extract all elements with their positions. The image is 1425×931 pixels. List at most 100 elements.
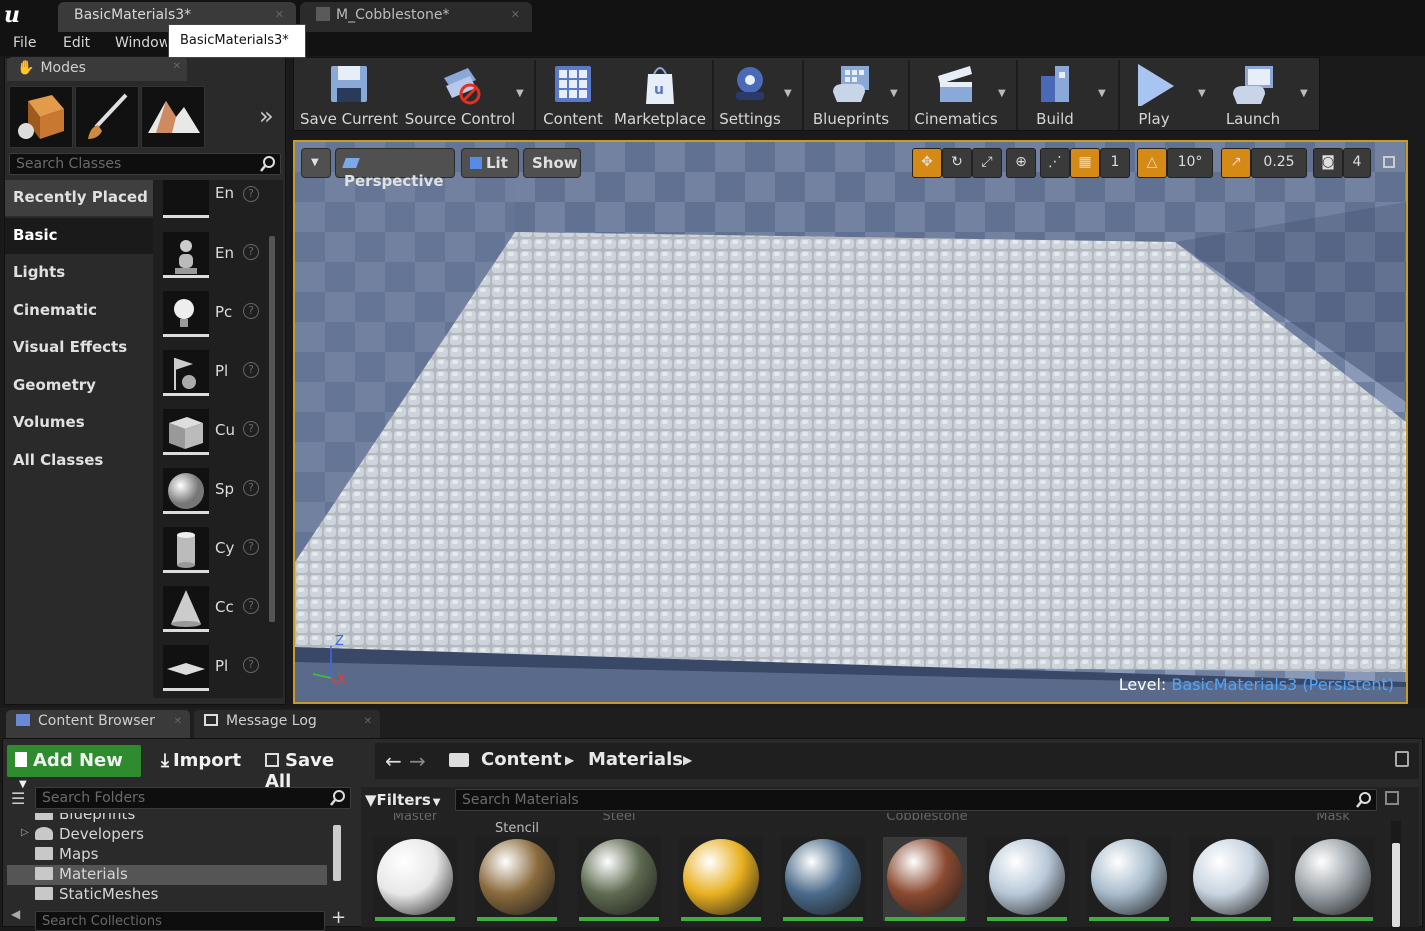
list-item[interactable]: Cc ?	[163, 586, 273, 636]
save-current-button[interactable]: Save Current	[300, 60, 398, 130]
grid-size-value[interactable]: 1	[1100, 148, 1130, 178]
search-collections-input[interactable]: Search Collections	[35, 911, 325, 931]
blueprints-button[interactable]: Blueprints	[808, 60, 894, 130]
cinematics-button[interactable]: Cinematics	[914, 60, 998, 130]
show-button[interactable]: Show	[523, 148, 581, 178]
launch-button[interactable]: Launch	[1220, 60, 1286, 130]
chevron-down-icon[interactable]: ▼	[998, 88, 1006, 99]
tab-m-cobblestone[interactable]: M_Cobblestone* ✕	[300, 2, 532, 32]
material-asset-tile[interactable]	[373, 837, 457, 921]
save-search-icon[interactable]	[1385, 791, 1399, 805]
chevron-down-icon[interactable]: ▼	[1098, 88, 1106, 99]
close-icon[interactable]: ✕	[275, 8, 284, 21]
save-all-button[interactable]: Save All	[257, 745, 367, 792]
source-control-button[interactable]: Source Control	[404, 60, 516, 130]
list-item[interactable]: Pl ?	[163, 350, 273, 400]
viewport-options-dropdown[interactable]: ▼	[301, 148, 331, 178]
list-item[interactable]: Pl ?	[163, 645, 273, 695]
filters-button[interactable]: ▼Filters ▼	[365, 789, 455, 811]
category-geometry[interactable]: Geometry	[5, 368, 153, 404]
rotation-snap-icon[interactable]: △	[1137, 148, 1167, 178]
category-recently-placed[interactable]: Recently Placed	[5, 180, 153, 216]
breadcrumb-content[interactable]: Content	[481, 749, 562, 770]
folder-developers[interactable]: ▷ Developers	[21, 825, 144, 845]
lit-button[interactable]: Lit	[461, 148, 519, 178]
scale-snap-icon[interactable]: ↗	[1221, 148, 1251, 178]
camera-speed-icon[interactable]: ◙	[1313, 148, 1343, 178]
tab-message-log[interactable]: Message Log ✕	[194, 710, 380, 738]
material-asset-tile[interactable]	[883, 837, 967, 921]
category-all-classes[interactable]: All Classes	[5, 443, 153, 479]
close-icon[interactable]: ✕	[364, 716, 372, 727]
build-button[interactable]: Build	[1022, 60, 1088, 130]
surface-snap-icon[interactable]: ⋰	[1040, 148, 1070, 178]
play-button[interactable]: Play	[1124, 60, 1184, 130]
help-icon[interactable]: ?	[243, 362, 259, 378]
level-name-link[interactable]: BasicMaterials3 (Persistent)	[1171, 675, 1394, 694]
forward-arrow-icon[interactable]: →	[409, 749, 426, 773]
category-visual-effects[interactable]: Visual Effects	[5, 330, 153, 366]
list-item[interactable]: Sp ?	[163, 468, 273, 518]
marketplace-button[interactable]: u Marketplace	[614, 60, 706, 130]
material-asset-tile[interactable]	[1087, 837, 1171, 921]
tab-content-browser[interactable]: Content Browser ✕	[6, 710, 190, 738]
folder-staticmeshes[interactable]: StaticMeshes	[35, 885, 158, 901]
maximize-icon[interactable]	[1383, 156, 1395, 168]
settings-button[interactable]: Settings	[718, 60, 782, 130]
landscape-mode-button[interactable]	[141, 86, 205, 148]
list-item[interactable]: Cu ?	[163, 409, 273, 459]
list-item[interactable]: En ?	[163, 180, 273, 230]
menu-file[interactable]: File	[13, 35, 36, 51]
grid-snap-icon[interactable]: ▦	[1070, 148, 1100, 178]
chevron-down-icon[interactable]: ▼	[784, 88, 792, 99]
material-asset-tile[interactable]	[475, 837, 559, 921]
material-asset-tile[interactable]	[781, 837, 865, 921]
camera-speed-value[interactable]: 4	[1343, 148, 1371, 178]
search-classes-input[interactable]: Search Classes	[9, 153, 281, 175]
tree-toggle-icon[interactable]: ☰	[11, 789, 25, 808]
lock-icon[interactable]	[1395, 751, 1409, 767]
chevron-down-icon[interactable]: ▼	[890, 88, 898, 99]
perspective-button[interactable]: Perspective	[335, 148, 455, 190]
help-icon[interactable]: ?	[243, 303, 259, 319]
help-icon[interactable]: ?	[243, 244, 259, 260]
category-basic[interactable]: Basic	[5, 218, 153, 254]
material-asset-tile[interactable]	[1189, 837, 1273, 921]
chevron-right-icon[interactable]: ▶	[683, 753, 692, 767]
chevron-right-icon[interactable]: ▷	[21, 827, 29, 838]
folder-blueprints[interactable]: Blueprints	[35, 813, 135, 825]
breadcrumb-materials[interactable]: Materials	[588, 749, 683, 770]
material-asset-tile[interactable]	[1291, 837, 1375, 921]
material-asset-tile[interactable]	[679, 837, 763, 921]
help-icon[interactable]: ?	[243, 480, 259, 496]
back-arrow-icon[interactable]: ←	[385, 749, 402, 773]
add-new-button[interactable]: Add New ▼	[7, 745, 141, 790]
folder-maps[interactable]: Maps	[35, 845, 98, 865]
world-space-icon[interactable]: ⊕	[1006, 148, 1036, 178]
scale-tool-icon[interactable]: ⤢	[972, 148, 1002, 178]
scrollbar[interactable]	[1392, 843, 1400, 927]
place-mode-button[interactable]	[9, 86, 73, 148]
chevron-down-icon[interactable]: ▼	[516, 88, 524, 99]
search-folders-input[interactable]: Search Folders	[35, 787, 351, 809]
category-volumes[interactable]: Volumes	[5, 405, 153, 441]
help-icon[interactable]: ?	[243, 657, 259, 673]
search-materials-input[interactable]: Search Materials	[455, 789, 1377, 811]
folder-materials[interactable]: Materials	[35, 865, 128, 885]
help-icon[interactable]: ?	[243, 598, 259, 614]
chevron-right-icon[interactable]: »	[259, 102, 274, 130]
chevron-down-icon[interactable]: ▼	[1300, 88, 1308, 99]
help-icon[interactable]: ?	[243, 539, 259, 555]
category-lights[interactable]: Lights	[5, 255, 153, 291]
scrollbar[interactable]	[333, 825, 341, 881]
add-collection-icon[interactable]: +	[331, 907, 346, 928]
modes-tab[interactable]: ✋ Modes ✕	[7, 57, 187, 81]
category-cinematic[interactable]: Cinematic	[5, 293, 153, 329]
chevron-right-icon[interactable]: ▶	[565, 753, 574, 767]
material-asset-tile[interactable]	[985, 837, 1069, 921]
close-icon[interactable]: ✕	[173, 61, 181, 72]
scrollbar[interactable]	[269, 236, 275, 622]
menu-edit[interactable]: Edit	[63, 35, 90, 51]
menu-window[interactable]: Window	[115, 35, 167, 51]
help-icon[interactable]: ?	[243, 186, 259, 202]
